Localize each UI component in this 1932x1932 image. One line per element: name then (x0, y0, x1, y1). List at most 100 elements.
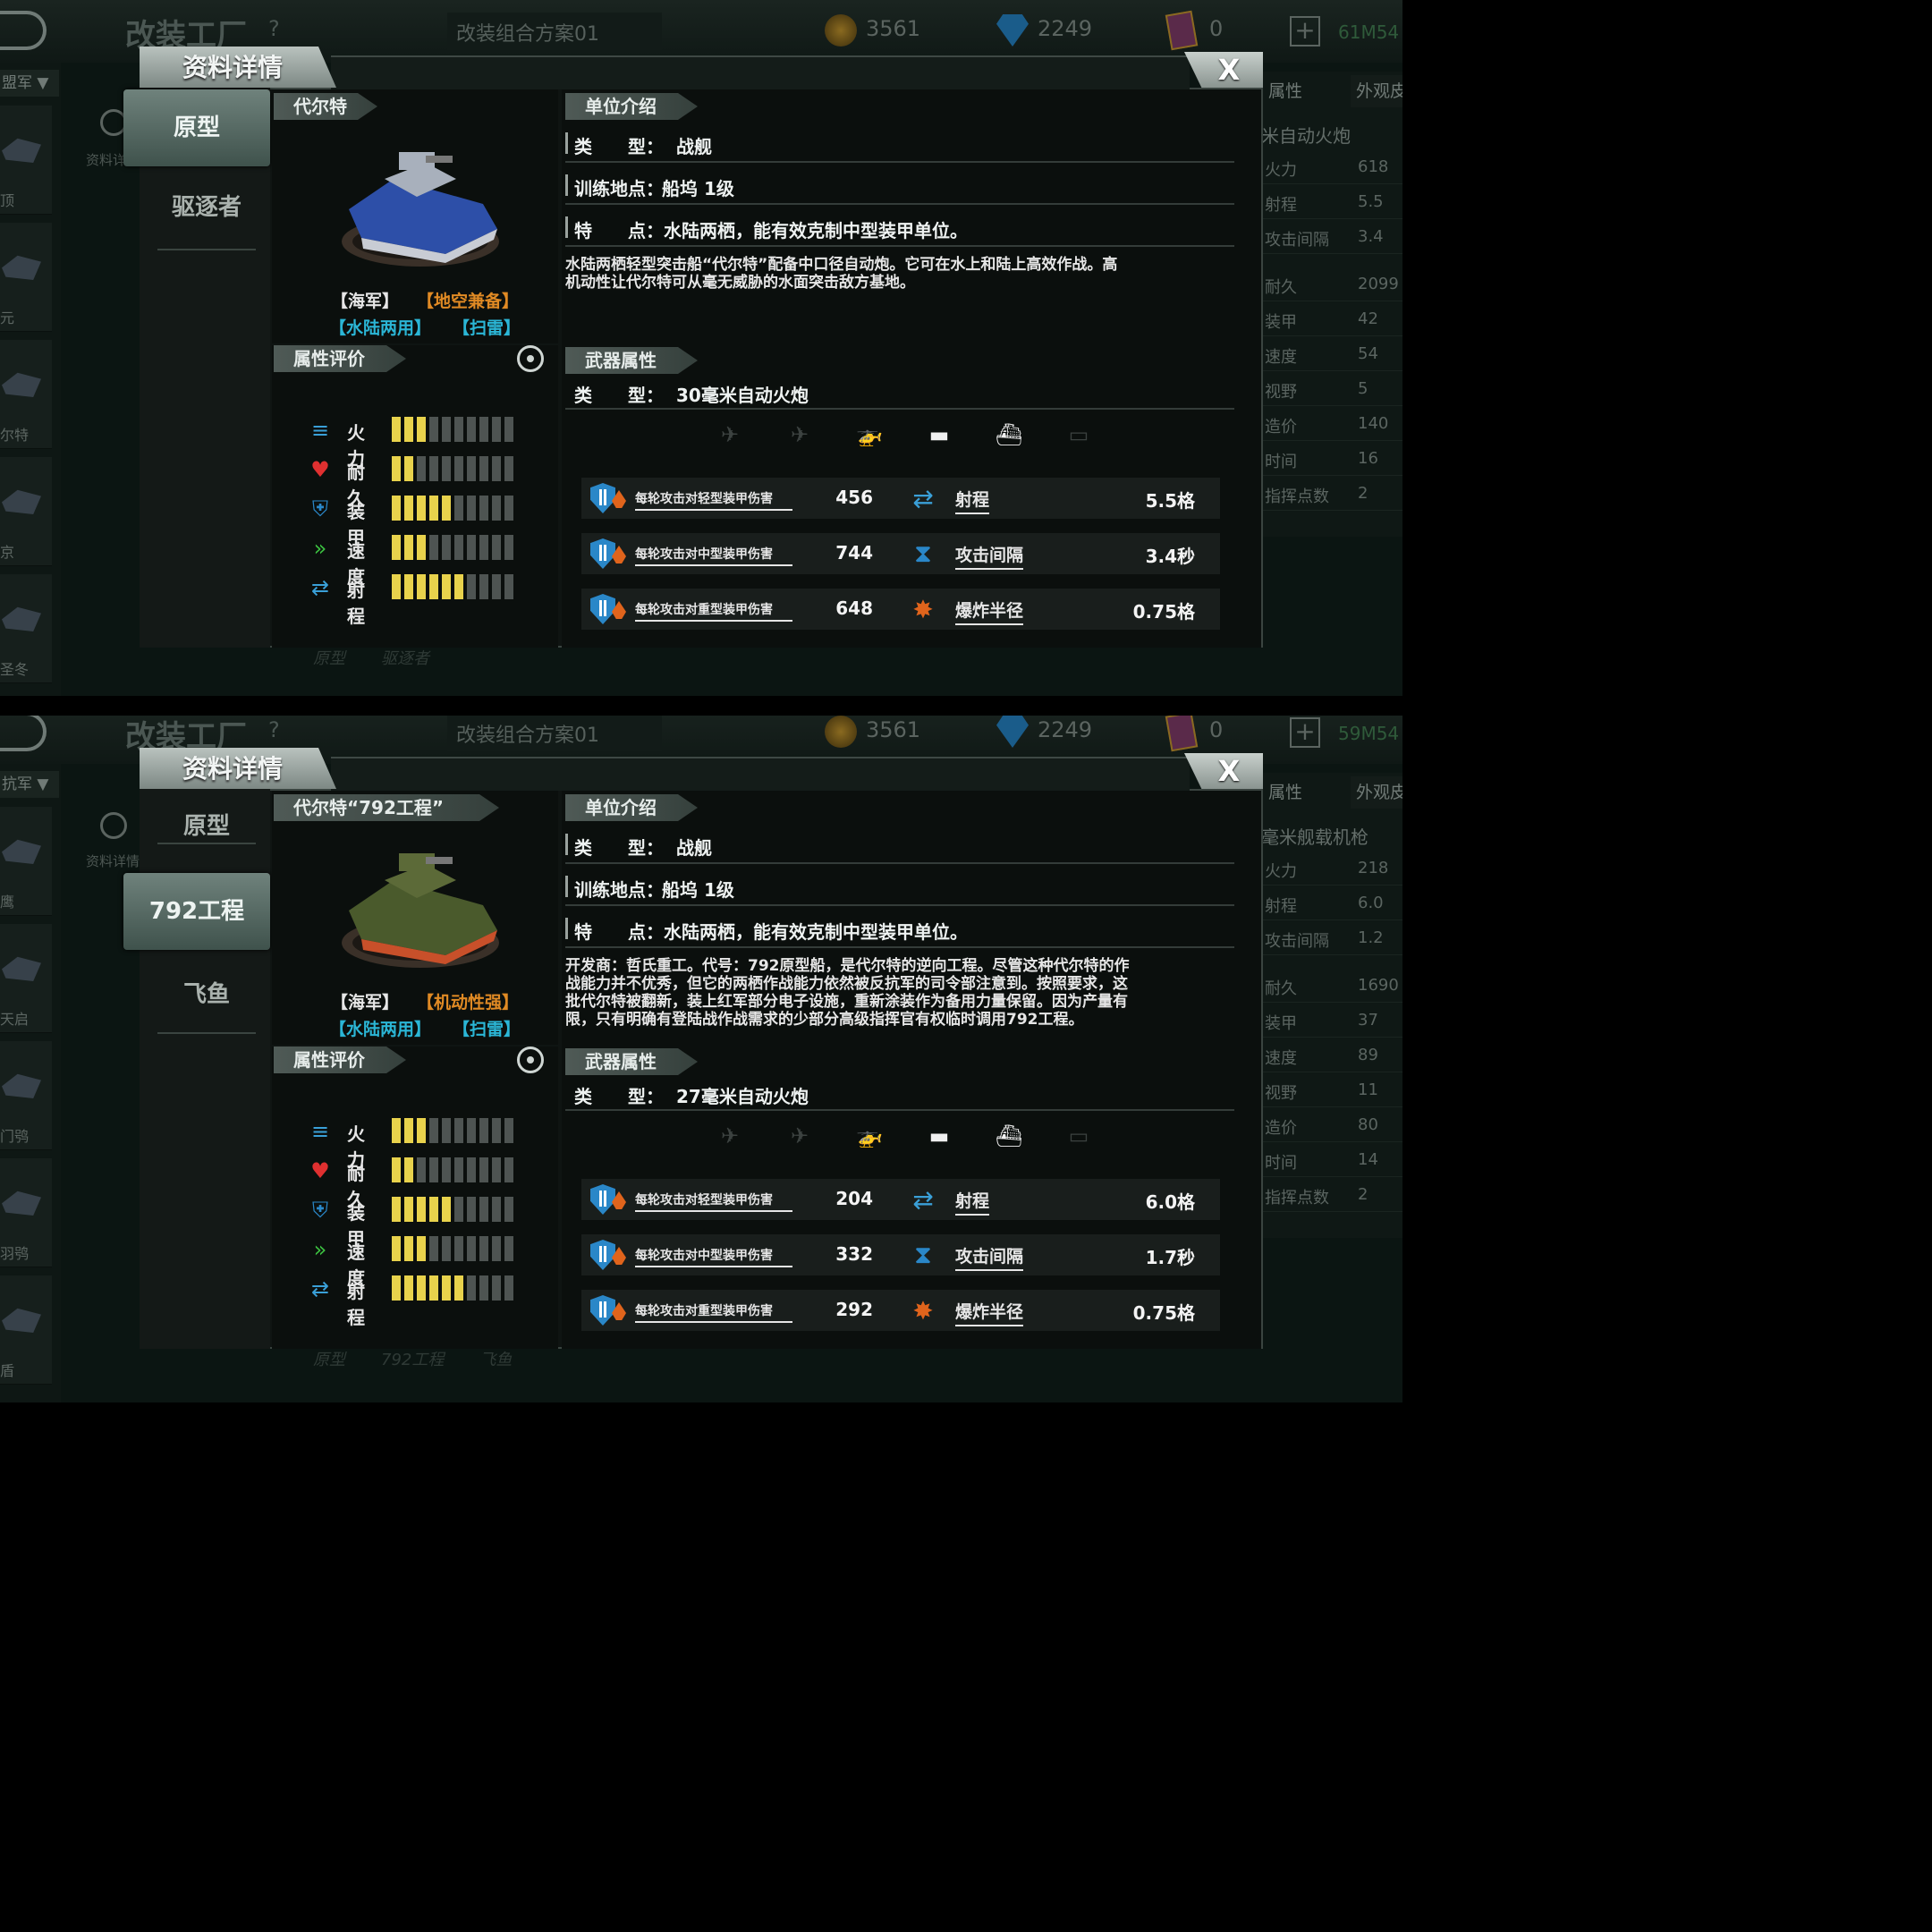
weapon-header: 武器属性 (565, 347, 698, 374)
stat-bar-segment (492, 574, 501, 599)
right-stat-name: 装甲 (1265, 313, 1297, 332)
unit-list-item[interactable]: 京 (0, 457, 52, 566)
shield-shape (590, 1240, 615, 1270)
range-arrow-icon: ⇄ (310, 1276, 330, 1301)
right-tab[interactable]: 外观皮 (1351, 75, 1402, 107)
unit-list-item[interactable]: 门鸮 (0, 1041, 52, 1150)
unit-list-item[interactable]: 鹰 (0, 807, 52, 916)
unit-description: 开发商：哲氏重工。代号：792原型船，是代尔特的逆向工程。尽管这种代尔特的作 战能… (565, 957, 1227, 1029)
variant-tab-0[interactable]: 原型 (157, 809, 256, 844)
refresh-icon[interactable] (517, 345, 544, 372)
back-icon[interactable] (0, 11, 47, 50)
info-key: 类 型： (574, 136, 664, 157)
description-line: 限，只有明确有登陆战作战需求的少部分高级指挥官有权临时调用792工程。 (565, 1011, 1084, 1029)
stat-bar-segment (479, 574, 488, 599)
weapon-type-row: 类 型： 30毫米自动火炮 (565, 377, 1234, 410)
stat-bar-segment (417, 1157, 426, 1182)
stat-bar-segment (429, 574, 438, 599)
unit-list-item[interactable]: 元 (0, 223, 52, 332)
shield-bars (599, 600, 606, 616)
close-button[interactable]: X (1184, 753, 1263, 789)
right-tab[interactable]: 属性 (1263, 75, 1326, 107)
unit-list-label: 鹰 (0, 894, 15, 911)
stat-bar-segment (467, 1197, 476, 1222)
variant-tab-1[interactable]: 驱逐者 (157, 190, 256, 225)
stat-bar-segment (479, 417, 488, 442)
zoom-icon[interactable] (100, 812, 127, 839)
unit-list-item[interactable]: 天启 (0, 924, 52, 1033)
submarine-icon: ▭ (1068, 1123, 1089, 1148)
weapon-stat-row: 每轮攻击对中型装甲伤害 744 ⧗ 攻击间隔 3.4秒 (581, 533, 1220, 574)
weapon-type-row: 类 型： 27毫米自动火炮 (565, 1079, 1234, 1111)
stat-bar-segment (404, 1157, 413, 1182)
damage-value: 332 (835, 1243, 873, 1265)
modal-title: 资料详情 (182, 53, 284, 82)
unit-list-item[interactable]: 尔特 (0, 340, 52, 449)
faction-dropdown[interactable]: 盟军 ▼ (0, 70, 59, 97)
unit-thumbnail (2, 606, 41, 631)
faction-label: 盟军 (2, 74, 32, 92)
back-icon[interactable] (0, 712, 47, 751)
right-stat-name: 造价 (1265, 1119, 1297, 1138)
unit-thumbnail (2, 138, 41, 163)
row-marker (565, 834, 568, 855)
tab-separator (157, 1032, 256, 1034)
info-key: 类 型： (574, 837, 664, 859)
weapon-type-key: 类 型： (574, 1086, 664, 1107)
stat-bar (392, 1236, 513, 1261)
damage-value: 744 (835, 542, 873, 564)
add-currency-button[interactable]: + (1290, 16, 1320, 47)
right-stat-name: 火力 (1265, 161, 1297, 180)
faction-dropdown[interactable]: 抗军 ▼ (0, 771, 59, 798)
right-stat-value: 140 (1358, 414, 1389, 433)
damage-label: 每轮攻击对轻型装甲伤害 (635, 1191, 792, 1212)
stat-bar (392, 1118, 513, 1143)
plan-name-field[interactable]: 改装组合方案01 (447, 13, 662, 50)
right-stat-value: 2 (1358, 1185, 1368, 1204)
right-stat-value: 37 (1358, 1011, 1378, 1030)
help-icon[interactable]: ? (268, 16, 280, 41)
stat-bar (392, 1157, 513, 1182)
stat-bar-segment (417, 574, 426, 599)
stat-bar-segment (429, 1275, 438, 1301)
fighter-jet-icon: ✈ (720, 1123, 740, 1148)
refresh-icon[interactable] (517, 1046, 544, 1073)
stat-bar-segment (404, 574, 413, 599)
variant-tab-0[interactable]: 原型 (123, 89, 270, 166)
close-button[interactable]: X (1184, 52, 1263, 88)
unit-tag: 【扫雷】 (453, 318, 521, 338)
unit-tag: 【机动性强】 (417, 993, 520, 1013)
target-icons: ✈ ✈ 🚁 ▬ ⛴ ▭ (712, 424, 1097, 445)
right-stat-value: 80 (1358, 1115, 1378, 1134)
right-stat-row: 耐久 2099 (1261, 267, 1402, 301)
right-tab[interactable]: 属性 (1263, 776, 1326, 809)
unit-list-item[interactable]: 圣冬 (0, 574, 52, 683)
unit-thumbnail (2, 489, 41, 514)
variant-tab-1[interactable]: 792工程 (123, 873, 270, 950)
modal-header-bar (331, 55, 1190, 89)
info-value: 战舰 (676, 136, 712, 157)
info-row: 类 型： 战舰 (565, 127, 1234, 163)
add-currency-button[interactable]: + (1290, 717, 1320, 748)
variant-tab-2[interactable]: 飞鱼 (157, 977, 256, 1013)
fighter-jet-icon: ✈ (720, 422, 740, 447)
right-stat-row: 火力 218 (1261, 852, 1402, 886)
rating-header: 属性评价 (274, 1046, 406, 1073)
zoom-label: 资料详 (86, 152, 127, 168)
stat-bar-segment (392, 496, 401, 521)
weapon-attr-label: 爆炸半径 (955, 1299, 1024, 1326)
unit-list-label: 京 (0, 544, 15, 561)
stat-bar-segment (492, 535, 501, 560)
help-icon[interactable]: ? (268, 717, 280, 742)
unit-list-item[interactable]: 羽鸮 (0, 1158, 52, 1267)
gold-coin-icon (825, 14, 857, 47)
unit-list-item[interactable]: 顶 (0, 106, 52, 215)
gold-count: 3561 (866, 16, 921, 41)
stat-bar-segment (442, 456, 451, 481)
unit-tag: 【地空兼备】 (417, 292, 520, 311)
shield-bars (599, 1191, 606, 1207)
unit-list-item[interactable]: 盾 (0, 1275, 52, 1385)
right-stat-value: 3.4 (1358, 227, 1384, 246)
plan-name-field[interactable]: 改装组合方案01 (447, 714, 662, 751)
right-tab[interactable]: 外观皮 (1351, 776, 1402, 809)
